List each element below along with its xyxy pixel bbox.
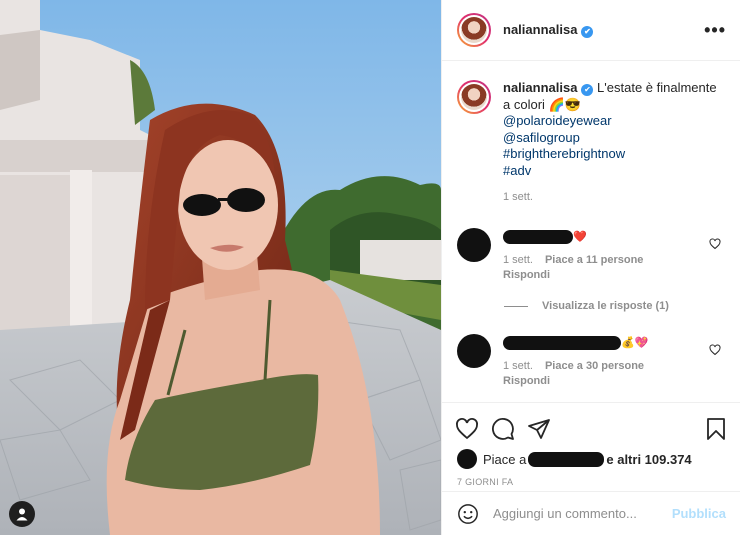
caption-tag-link[interactable]: @polaroideyewear — [503, 113, 723, 130]
reply-button[interactable]: Rispondi — [503, 375, 713, 387]
comment-time[interactable]: 1 sett. — [503, 254, 533, 266]
comment-item: 💰💖 1 sett. Piace a 30 persone Rispondi — [457, 334, 725, 387]
share-icon[interactable] — [527, 417, 551, 441]
comment-icon[interactable] — [491, 417, 515, 441]
caption-username[interactable]: naliannalisa — [503, 80, 577, 95]
comment-avatar[interactable] — [457, 334, 491, 368]
bookmark-icon[interactable] — [704, 417, 728, 441]
comment-text: 💰💖 — [621, 337, 649, 349]
post-date[interactable]: 7 GIORNI FA — [442, 469, 740, 487]
emoji-icon[interactable] — [457, 503, 479, 525]
caption-hashtag-link[interactable]: #brightherebrightnow — [503, 146, 723, 163]
likes-count[interactable]: e altri 109.374 — [606, 452, 691, 467]
likes-prefix: Piace a — [483, 451, 527, 467]
redacted-username — [503, 229, 573, 244]
caption-time[interactable]: 1 sett. — [503, 189, 723, 206]
comment-text: ❤️ — [573, 231, 587, 243]
comment-likes[interactable]: Piace a 11 persone — [545, 254, 643, 266]
post-details-panel: naliannalisa ✔ ••• naliannalisa ✔ L'estate… — [441, 0, 740, 535]
likes-summary[interactable]: Piace a e altri 109.374 — [442, 449, 740, 469]
add-comment-bar: Aggiungi un commento... Pubblica — [442, 491, 740, 535]
caption-hashtag-link[interactable]: #adv — [503, 163, 723, 180]
post-caption: naliannalisa ✔ L'estate è finalmente a co… — [442, 62, 740, 206]
redacted-liker-name — [528, 451, 605, 467]
header-username[interactable]: naliannalisa ✔ — [503, 22, 594, 38]
comment-avatar[interactable] — [457, 228, 491, 262]
post-actions: Piace a e altri 109.374 7 GIORNI FA — [442, 402, 740, 490]
photo-image — [0, 0, 441, 535]
view-replies-button[interactable]: Visualizza le risposte (1) — [504, 300, 669, 312]
user-tag-button[interactable] — [9, 501, 35, 527]
post-photo[interactable] — [0, 0, 441, 535]
verified-badge-icon: ✔ — [581, 26, 594, 38]
like-comment-heart-icon[interactable] — [709, 344, 721, 356]
caption-avatar[interactable] — [457, 80, 491, 114]
like-comment-heart-icon[interactable] — [709, 238, 721, 250]
reply-button[interactable]: Rispondi — [503, 269, 713, 281]
verified-badge-icon: ✔ — [581, 84, 594, 96]
comment-likes[interactable]: Piace a 30 persone — [545, 360, 644, 372]
redacted-username — [503, 335, 621, 350]
publish-button[interactable]: Pubblica — [672, 506, 726, 521]
comment-input[interactable]: Aggiungi un commento... — [493, 506, 672, 521]
user-tag-icon — [16, 508, 28, 521]
comments-section: naliannalisa ✔ L'estate è finalmente a co… — [442, 62, 740, 402]
caption-tag-link[interactable]: @safilogroup — [503, 130, 723, 147]
more-options-button[interactable]: ••• — [704, 20, 726, 41]
comment-item: ❤️ 1 sett. Piace a 11 persone Rispondi — [457, 228, 725, 281]
avatar[interactable] — [457, 13, 491, 47]
heart-icon[interactable] — [455, 417, 479, 441]
post-header: naliannalisa ✔ ••• — [442, 0, 740, 61]
liker-avatar — [457, 449, 477, 469]
comment-time[interactable]: 1 sett. — [503, 360, 533, 372]
